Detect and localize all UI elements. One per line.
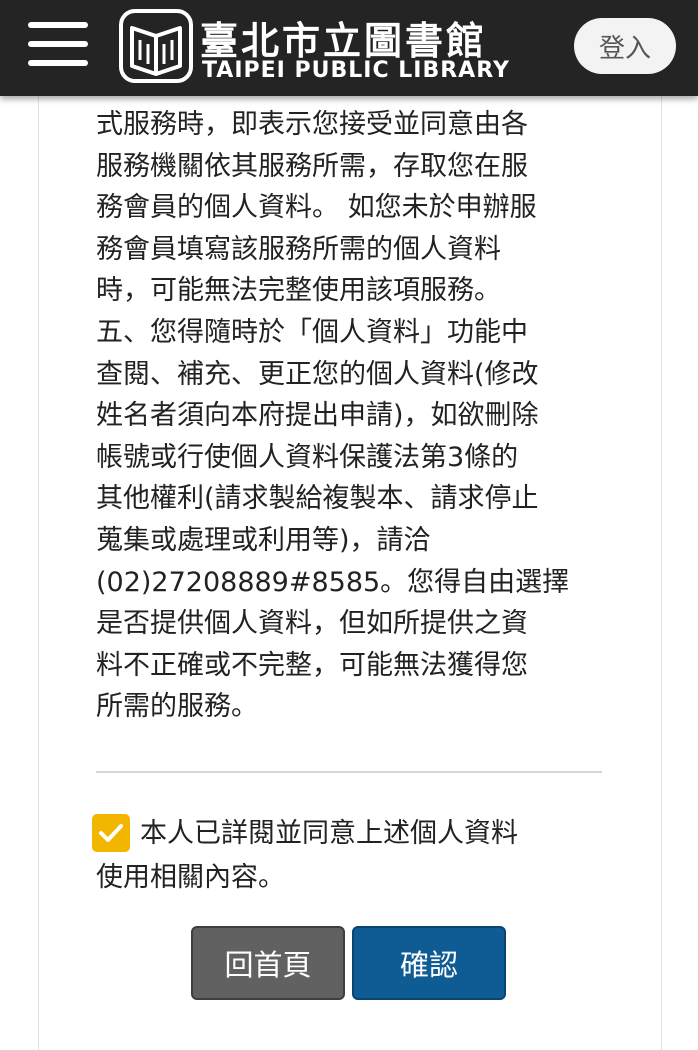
- terms-line: 是否提供個人資料，但如所提供之資: [96, 608, 528, 640]
- library-logo[interactable]: 臺北市立圖書館 TAIPEI PUBLIC LIBRARY: [118, 8, 510, 88]
- home-button[interactable]: 回首頁: [191, 926, 345, 1000]
- terms-line: 其他權利(請求製給複製本、請求停止: [96, 483, 539, 515]
- terms-line: (02)27208889#8585。您得自由選擇: [96, 566, 570, 598]
- terms-line: 蒐集或處理或利用等)，請洽: [96, 524, 431, 556]
- login-button[interactable]: 登入: [574, 18, 676, 74]
- hamburger-menu-icon[interactable]: [28, 22, 88, 66]
- terms-line: 服務機關依其服務所需，存取您在服: [96, 150, 528, 182]
- terms-line: 所需的服務。: [96, 691, 258, 723]
- agreement-label: 本人已詳閱並同意上述個人資料 使用相關內容。: [96, 812, 606, 900]
- terms-line: 查閱、補充、更正您的個人資料(修改: [96, 358, 539, 390]
- logo-english-name: TAIPEI PUBLIC LIBRARY: [202, 58, 510, 83]
- privacy-terms-text: 式服務時，即表示您接受並同意由各 服務機關依其服務所需，存取您在服 務會員的個人資料…: [96, 104, 606, 728]
- app-header: 臺北市立圖書館 TAIPEI PUBLIC LIBRARY 登入: [0, 0, 698, 96]
- terms-line: 五、您得隨時於「個人資料」功能中: [96, 316, 528, 348]
- terms-line: 時，可能無法完整使用該項服務。: [96, 275, 501, 307]
- terms-line: 帳號或行使個人資料保護法第3條的: [96, 441, 519, 473]
- terms-line: 式服務時，即表示您接受並同意由各: [96, 109, 528, 140]
- library-logo-mark-icon: [119, 9, 193, 83]
- terms-line: 務會員的個人資料。 如您未於申辦服: [96, 192, 537, 224]
- agreement-label-line2: 使用相關內容。: [96, 862, 285, 893]
- terms-line: 務會員填寫該服務所需的個人資料: [96, 233, 501, 265]
- logo-chinese-name: 臺北市立圖書館: [200, 19, 488, 63]
- terms-line: 料不正確或不完整，可能無法獲得您: [96, 649, 528, 681]
- agreement-label-line1: 本人已詳閱並同意上述個人資料: [140, 818, 518, 849]
- confirm-button[interactable]: 確認: [352, 926, 506, 1000]
- checkmark-icon: [99, 824, 123, 842]
- terms-line: 姓名者須向本府提出申請)，如欲刪除: [96, 400, 539, 432]
- divider: [96, 771, 602, 773]
- agreement-checkbox[interactable]: [92, 814, 130, 852]
